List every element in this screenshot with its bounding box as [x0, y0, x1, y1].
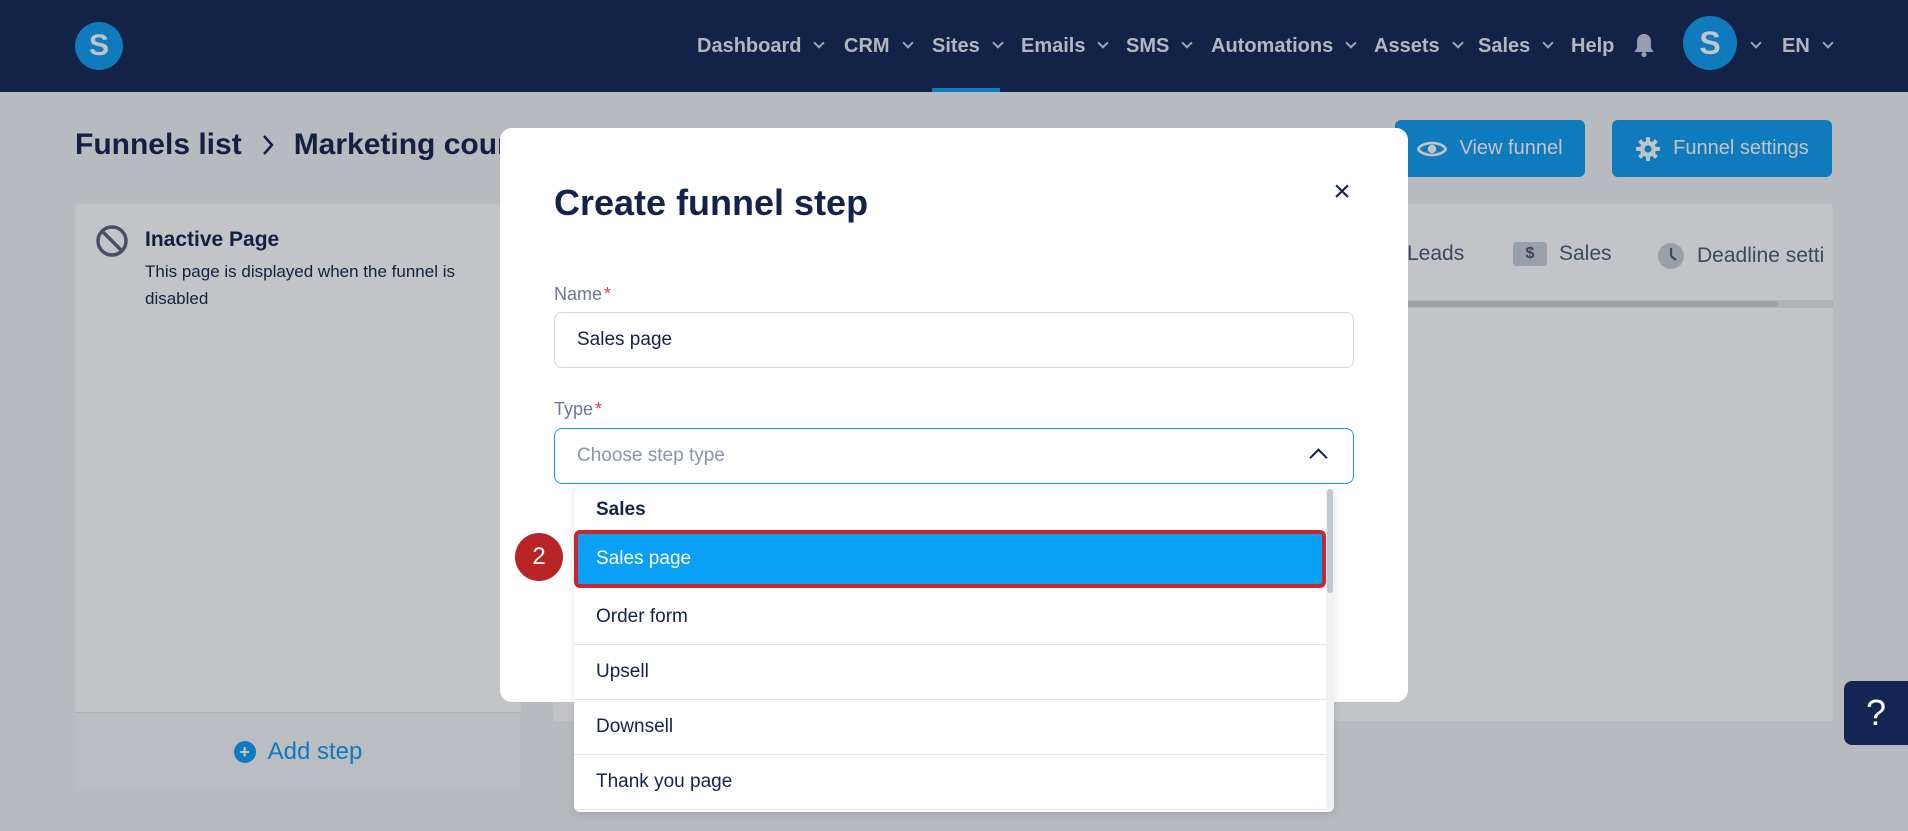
name-field-label: Name * [554, 284, 611, 305]
dropdown-option-downsell[interactable]: Downsell [574, 700, 1326, 755]
close-icon[interactable]: × [1328, 177, 1356, 207]
help-widget-button[interactable]: ? [1844, 681, 1908, 745]
dropdown-option-order-form[interactable]: Order form [574, 590, 1326, 645]
required-mark: * [604, 284, 612, 304]
type-field-label: Type * [554, 399, 602, 420]
type-label-text: Type [554, 399, 594, 419]
name-input[interactable]: Sales page [554, 312, 1354, 368]
dropdown-option-thank-you-page[interactable]: Thank you page [574, 755, 1326, 810]
chevron-up-icon [1309, 448, 1328, 467]
dropdown-group-label: Sales [596, 499, 646, 520]
dropdown-option-sales-page[interactable]: Sales page [574, 530, 1326, 588]
dropdown-scrollbar[interactable] [1327, 489, 1333, 593]
name-input-value: Sales page [577, 329, 673, 350]
step-type-dropdown: Sales Sales page Order form Upsell Downs… [574, 487, 1334, 812]
modal-title: Create funnel step [554, 182, 869, 223]
step-number-marker: 2 [515, 533, 563, 581]
step-type-placeholder: Choose step type [577, 445, 725, 466]
name-label-text: Name [554, 284, 603, 304]
required-mark: * [595, 399, 603, 419]
step-type-select[interactable]: Choose step type [554, 428, 1354, 484]
dropdown-option-upsell[interactable]: Upsell [574, 645, 1326, 700]
